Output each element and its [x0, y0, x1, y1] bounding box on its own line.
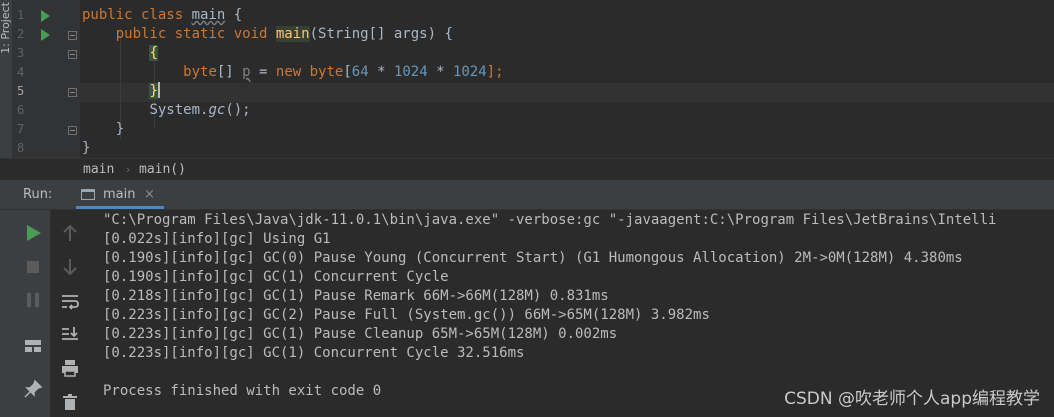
trash-icon[interactable]: [58, 390, 82, 414]
code-line-1[interactable]: public class main {: [82, 6, 242, 25]
text-caret: [157, 82, 160, 98]
code-line-6[interactable]: System.gc();: [82, 101, 250, 120]
watermark: CSDN @吹老师个人app编程教学: [784, 389, 1040, 409]
code-editor[interactable]: public class main { public static void m…: [80, 0, 1054, 158]
console-line: [0.223s][info][gc] GC(2) Pause Full (Sys…: [103, 307, 710, 323]
console-line: [0.223s][info][gc] GC(1) Pause Cleanup 6…: [103, 326, 618, 342]
line-number: 7: [17, 122, 25, 136]
console-line: [0.218s][info][gc] GC(1) Pause Remark 66…: [103, 288, 609, 304]
console-line: [0.223s][info][gc] GC(1) Concurrent Cycl…: [103, 345, 525, 361]
code-line-2[interactable]: public static void main(String[] args) {: [82, 25, 453, 44]
line-number: 3: [17, 46, 25, 60]
line-number: 6: [17, 103, 25, 117]
scroll-to-end-icon[interactable]: [58, 322, 82, 346]
current-line-highlight: [80, 83, 1054, 102]
code-line-4[interactable]: byte[] p = new byte[64 * 1024 * 1024];: [82, 63, 503, 82]
print-icon[interactable]: [58, 356, 82, 380]
breadcrumb: main › main(): [0, 158, 1054, 181]
line-number: 1: [17, 8, 25, 22]
scroll-down-icon[interactable]: [58, 255, 82, 279]
fold-marker-icon[interactable]: [68, 126, 77, 135]
pin-icon[interactable]: [21, 377, 45, 401]
console-toolbar: [52, 210, 88, 417]
console-line-command: "C:\Program Files\Java\jdk-11.0.1\bin\ja…: [103, 212, 997, 228]
console-icon: [81, 189, 95, 200]
console-line: [0.022s][info][gc] Using G1: [103, 231, 331, 247]
breadcrumb-class[interactable]: main: [83, 159, 114, 180]
rerun-icon[interactable]: [21, 221, 45, 245]
run-tab-label: main: [103, 187, 136, 202]
fold-marker-icon[interactable]: [68, 88, 77, 97]
code-line-5[interactable]: }: [82, 82, 160, 101]
line-number: 8: [17, 141, 25, 155]
project-tool-strip[interactable]: 1: Project: [0, 0, 13, 158]
editor-gutter: 1 2 3 4 5 6 7 8: [13, 0, 80, 158]
soft-wrap-icon[interactable]: [58, 289, 82, 313]
code-line-7[interactable]: }: [82, 120, 124, 139]
run-tab-main[interactable]: main ×: [76, 181, 164, 209]
matched-brace: {: [149, 45, 158, 61]
scroll-up-icon[interactable]: [58, 221, 82, 245]
fold-marker-icon[interactable]: [68, 50, 77, 59]
run-panel-title: Run:: [23, 187, 53, 202]
code-line-3[interactable]: {: [82, 44, 158, 63]
line-number: 4: [17, 65, 25, 79]
console-line-exit: Process finished with exit code 0: [103, 383, 382, 399]
stop-icon[interactable]: [21, 255, 45, 279]
console-line: [0.190s][info][gc] GC(0) Pause Young (Co…: [103, 250, 963, 266]
run-toolbar: [0, 210, 51, 417]
code-line-8[interactable]: }: [82, 139, 90, 158]
line-number: 2: [17, 27, 25, 41]
pause-icon[interactable]: [21, 288, 45, 312]
close-icon[interactable]: ×: [144, 187, 155, 202]
run-class-icon[interactable]: [41, 10, 50, 22]
breadcrumb-method[interactable]: main(): [139, 159, 186, 180]
run-panel-header: Run: main ×: [0, 181, 1054, 210]
project-tool-label[interactable]: 1: Project: [0, 2, 12, 54]
console-line: [0.190s][info][gc] GC(1) Concurrent Cycl…: [103, 269, 449, 285]
matched-brace: }: [149, 83, 158, 99]
line-number-current: 5: [17, 84, 25, 98]
breadcrumb-separator: ›: [126, 163, 131, 176]
run-method-icon[interactable]: [41, 29, 50, 41]
layout-icon[interactable]: [21, 334, 45, 358]
fold-marker-icon[interactable]: [68, 31, 77, 40]
